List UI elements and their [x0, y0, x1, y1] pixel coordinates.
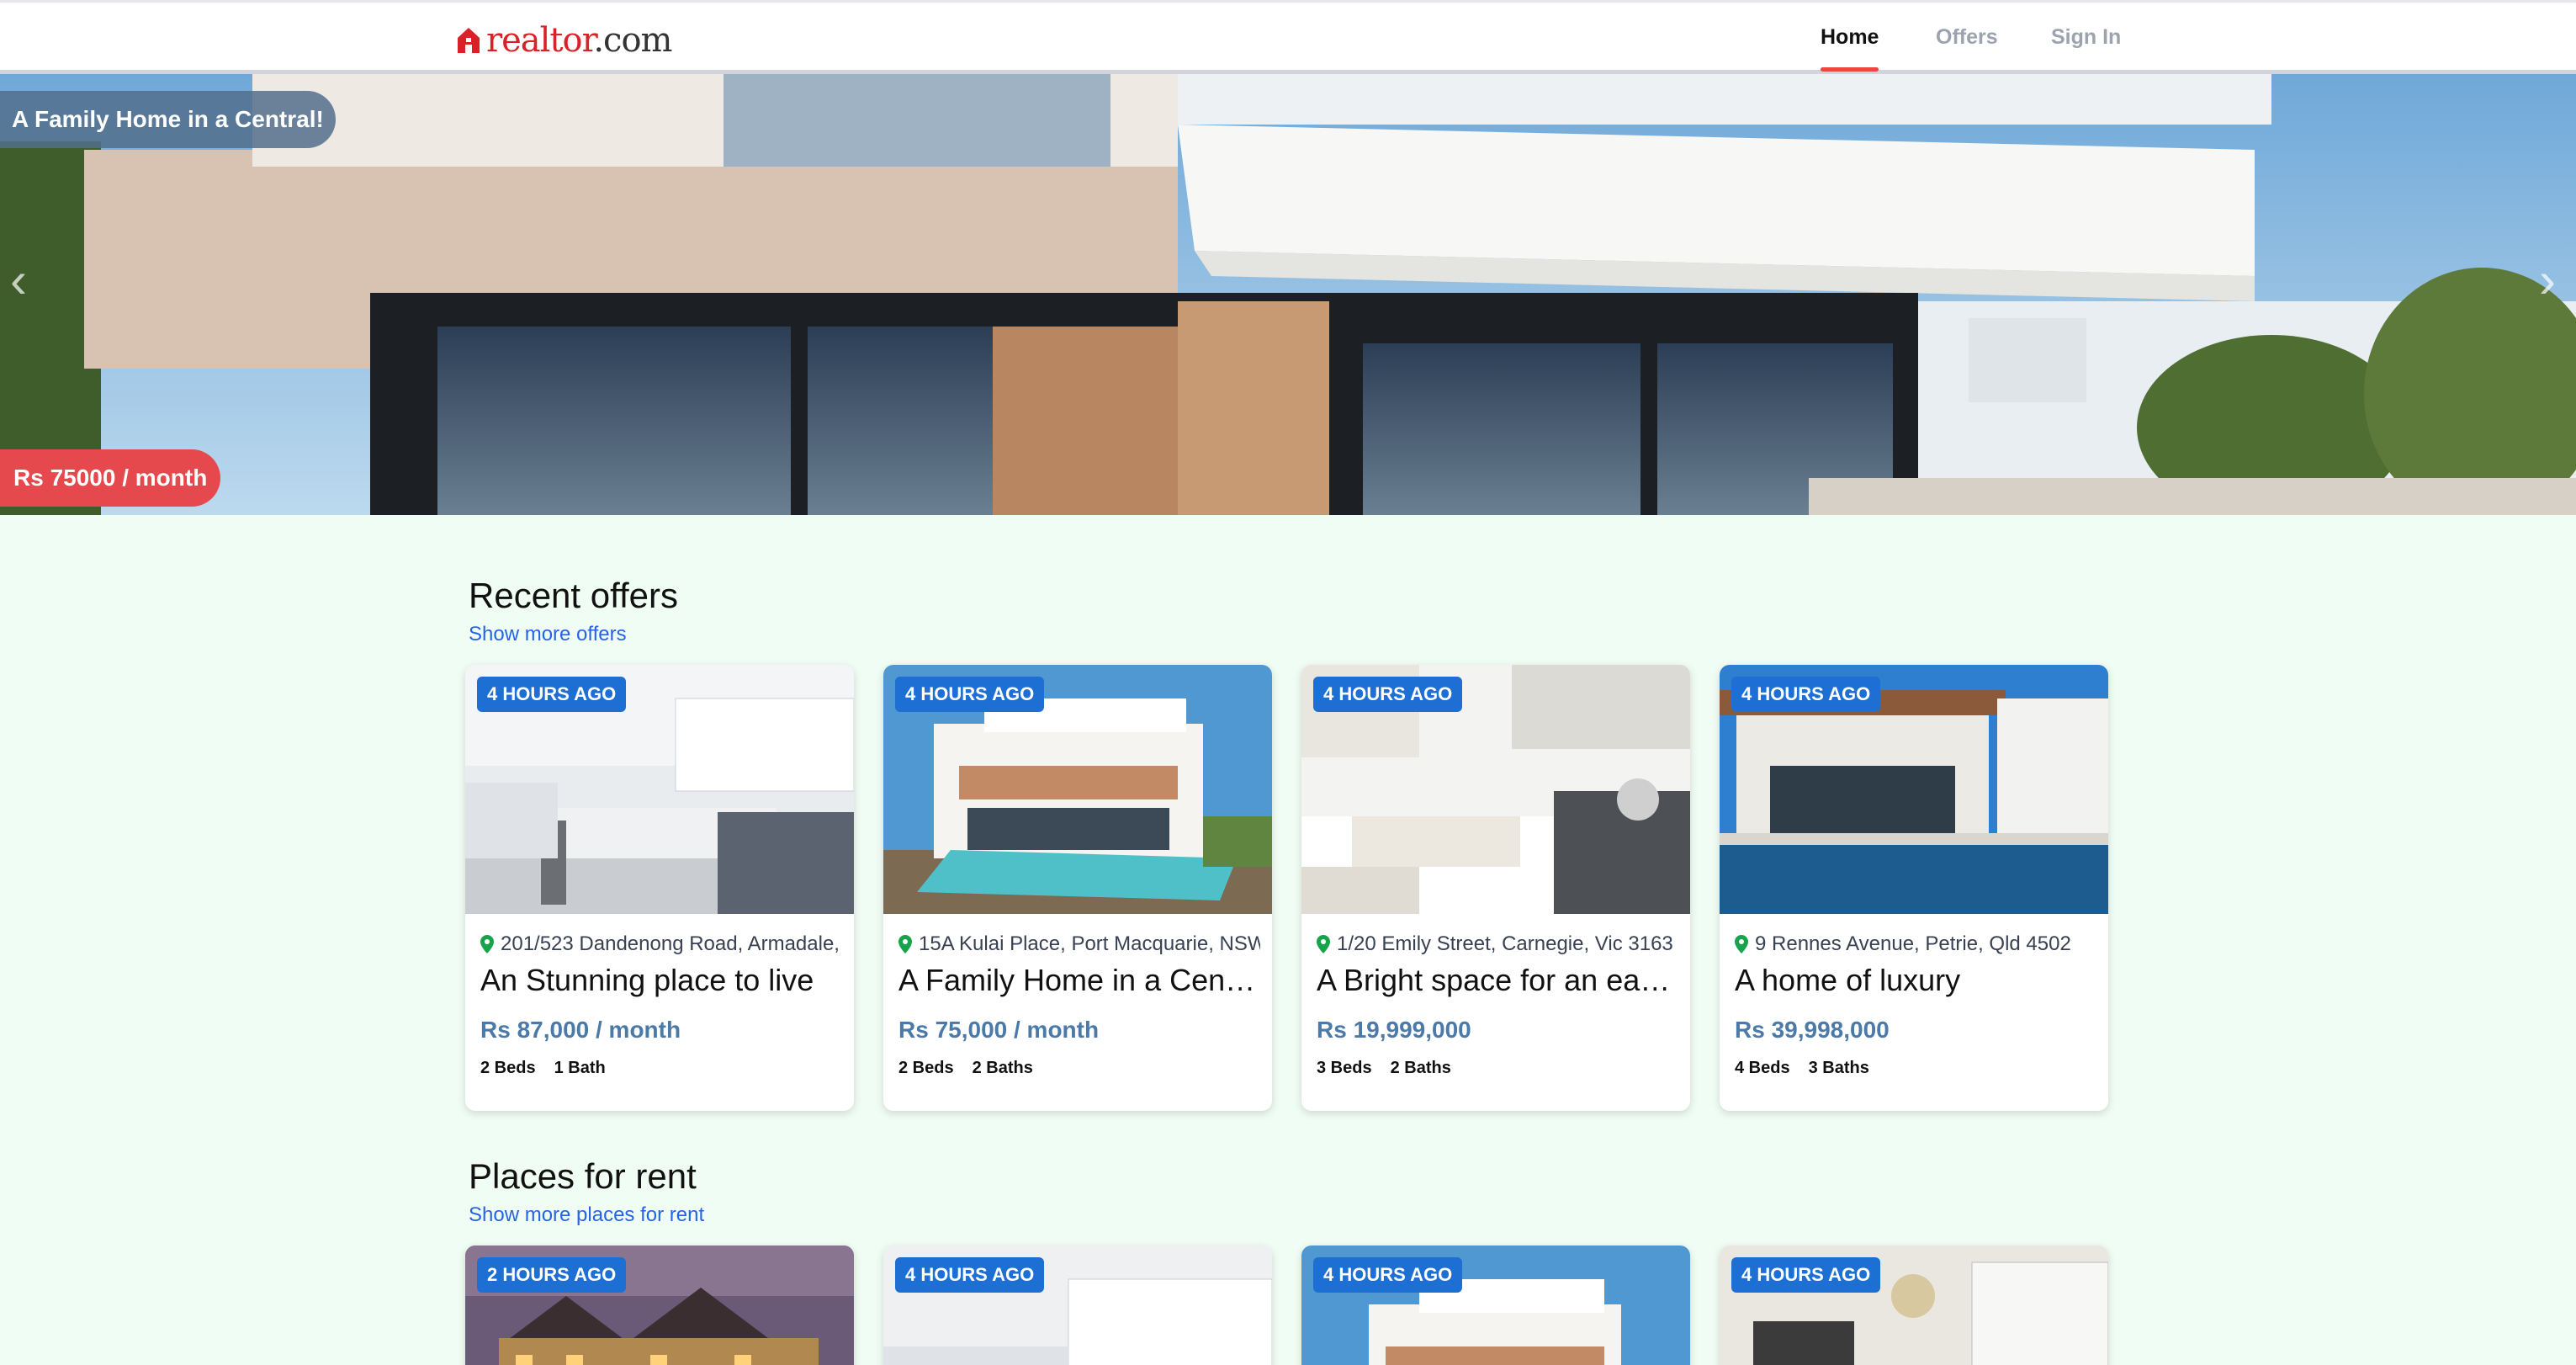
- listing-specs: 4 Beds 3 Baths: [1735, 1059, 1869, 1078]
- nav-sign-in[interactable]: Sign In: [2051, 3, 2121, 72]
- rent-card[interactable]: 4 HOURS AGO: [883, 1245, 1272, 1365]
- listing-title: A home of luxury: [1735, 963, 1961, 997]
- show-more-rent-link[interactable]: Show more places for rent: [469, 1203, 704, 1227]
- offer-card[interactable]: 4 HOURS AGO 201/523 Dandenong Road, Arma…: [465, 665, 854, 1111]
- realtor-logo[interactable]: realtor.com: [456, 21, 672, 60]
- baths-count: 1 Bath: [554, 1059, 606, 1077]
- time-badge: 4 HOURS AGO: [895, 677, 1045, 712]
- show-more-offers-link[interactable]: Show more offers: [469, 623, 627, 646]
- listing-address: 15A Kulai Place, Port Macquarie, NSW 244…: [898, 932, 1260, 956]
- beds-count: 2 Beds: [480, 1059, 536, 1077]
- offer-card[interactable]: 4 HOURS AGO 1/20 Emily Street, Carnegie,…: [1301, 665, 1690, 1111]
- listing-specs: 3 Beds 2 Baths: [1317, 1059, 1451, 1078]
- beds-count: 3 Beds: [1317, 1059, 1372, 1077]
- listing-specs: 2 Beds 2 Baths: [898, 1059, 1033, 1078]
- time-badge: 4 HOURS AGO: [477, 677, 627, 712]
- time-badge: 4 HOURS AGO: [1313, 1257, 1463, 1293]
- hero-listing-price: Rs 75000 / month: [0, 449, 221, 507]
- listing-title: A Family Home in a Central!: [898, 963, 1260, 997]
- hero-slider[interactable]: A Family Home in a Central! Rs 75000 / m…: [0, 74, 2576, 515]
- listing-price: Rs 19,999,000: [1317, 1017, 1471, 1043]
- hero-house-image: [0, 74, 2576, 515]
- logo-text: realtor.com: [486, 21, 672, 60]
- listing-price: Rs 87,000 / month: [480, 1017, 681, 1043]
- house-logo-icon: [458, 28, 480, 53]
- address-text: 9 Rennes Avenue, Petrie, Qld 4502: [1755, 932, 2071, 955]
- listing-title: An Stunning place to live: [480, 963, 814, 997]
- hero-listing-title[interactable]: A Family Home in a Central!: [0, 91, 336, 148]
- offer-card[interactable]: 4 HOURS AGO 9 Rennes Avenue, Petrie, Qld…: [1720, 665, 2108, 1111]
- location-pin-icon: [480, 935, 494, 953]
- address-text: 1/20 Emily Street, Carnegie, Vic 3163: [1337, 932, 1673, 955]
- beds-count: 4 Beds: [1735, 1059, 1790, 1077]
- nav-home[interactable]: Home: [1821, 3, 1879, 72]
- nav-offers[interactable]: Offers: [1936, 3, 1998, 72]
- recent-offers-heading: Recent offers: [469, 576, 679, 615]
- chevron-left-icon[interactable]: ‹: [10, 255, 39, 305]
- listing-title: A Bright space for an easy living: [1317, 963, 1678, 997]
- location-pin-icon: [1735, 935, 1748, 953]
- listing-address: 1/20 Emily Street, Carnegie, Vic 3163: [1317, 932, 1678, 956]
- listing-specs: 2 Beds 1 Bath: [480, 1059, 606, 1078]
- chevron-right-icon[interactable]: ›: [2539, 255, 2568, 305]
- address-text: 15A Kulai Place, Port Macquarie, NSW 244…: [919, 932, 1260, 955]
- beds-count: 2 Beds: [898, 1059, 954, 1077]
- time-badge: 4 HOURS AGO: [895, 1257, 1045, 1293]
- address-text: 201/523 Dandenong Road, Armadale, Vic 31…: [501, 932, 842, 955]
- baths-count: 2 Baths: [1390, 1059, 1451, 1077]
- rent-card[interactable]: 4 HOURS AGO: [1301, 1245, 1690, 1365]
- time-badge: 4 HOURS AGO: [1313, 677, 1463, 712]
- time-badge: 4 HOURS AGO: [1731, 1257, 1881, 1293]
- location-pin-icon: [1317, 935, 1330, 953]
- top-navbar: realtor.com Home Offers Sign In: [0, 0, 2576, 74]
- baths-count: 3 Baths: [1808, 1059, 1869, 1077]
- time-badge: 2 HOURS AGO: [477, 1257, 627, 1293]
- rent-card[interactable]: 4 HOURS AGO: [1720, 1245, 2108, 1365]
- listing-price: Rs 39,998,000: [1735, 1017, 1890, 1043]
- places-for-rent-heading: Places for rent: [469, 1156, 697, 1196]
- listing-price: Rs 75,000 / month: [898, 1017, 1100, 1043]
- baths-count: 2 Baths: [972, 1059, 1033, 1077]
- offer-card[interactable]: 4 HOURS AGO 15A Kulai Place, Port Macqua…: [883, 665, 1272, 1111]
- listing-address: 201/523 Dandenong Road, Armadale, Vic 31…: [480, 932, 842, 956]
- rent-card[interactable]: 2 HOURS AGO: [465, 1245, 854, 1365]
- listing-address: 9 Rennes Avenue, Petrie, Qld 4502: [1735, 932, 2096, 956]
- time-badge: 4 HOURS AGO: [1731, 677, 1881, 712]
- location-pin-icon: [898, 935, 912, 953]
